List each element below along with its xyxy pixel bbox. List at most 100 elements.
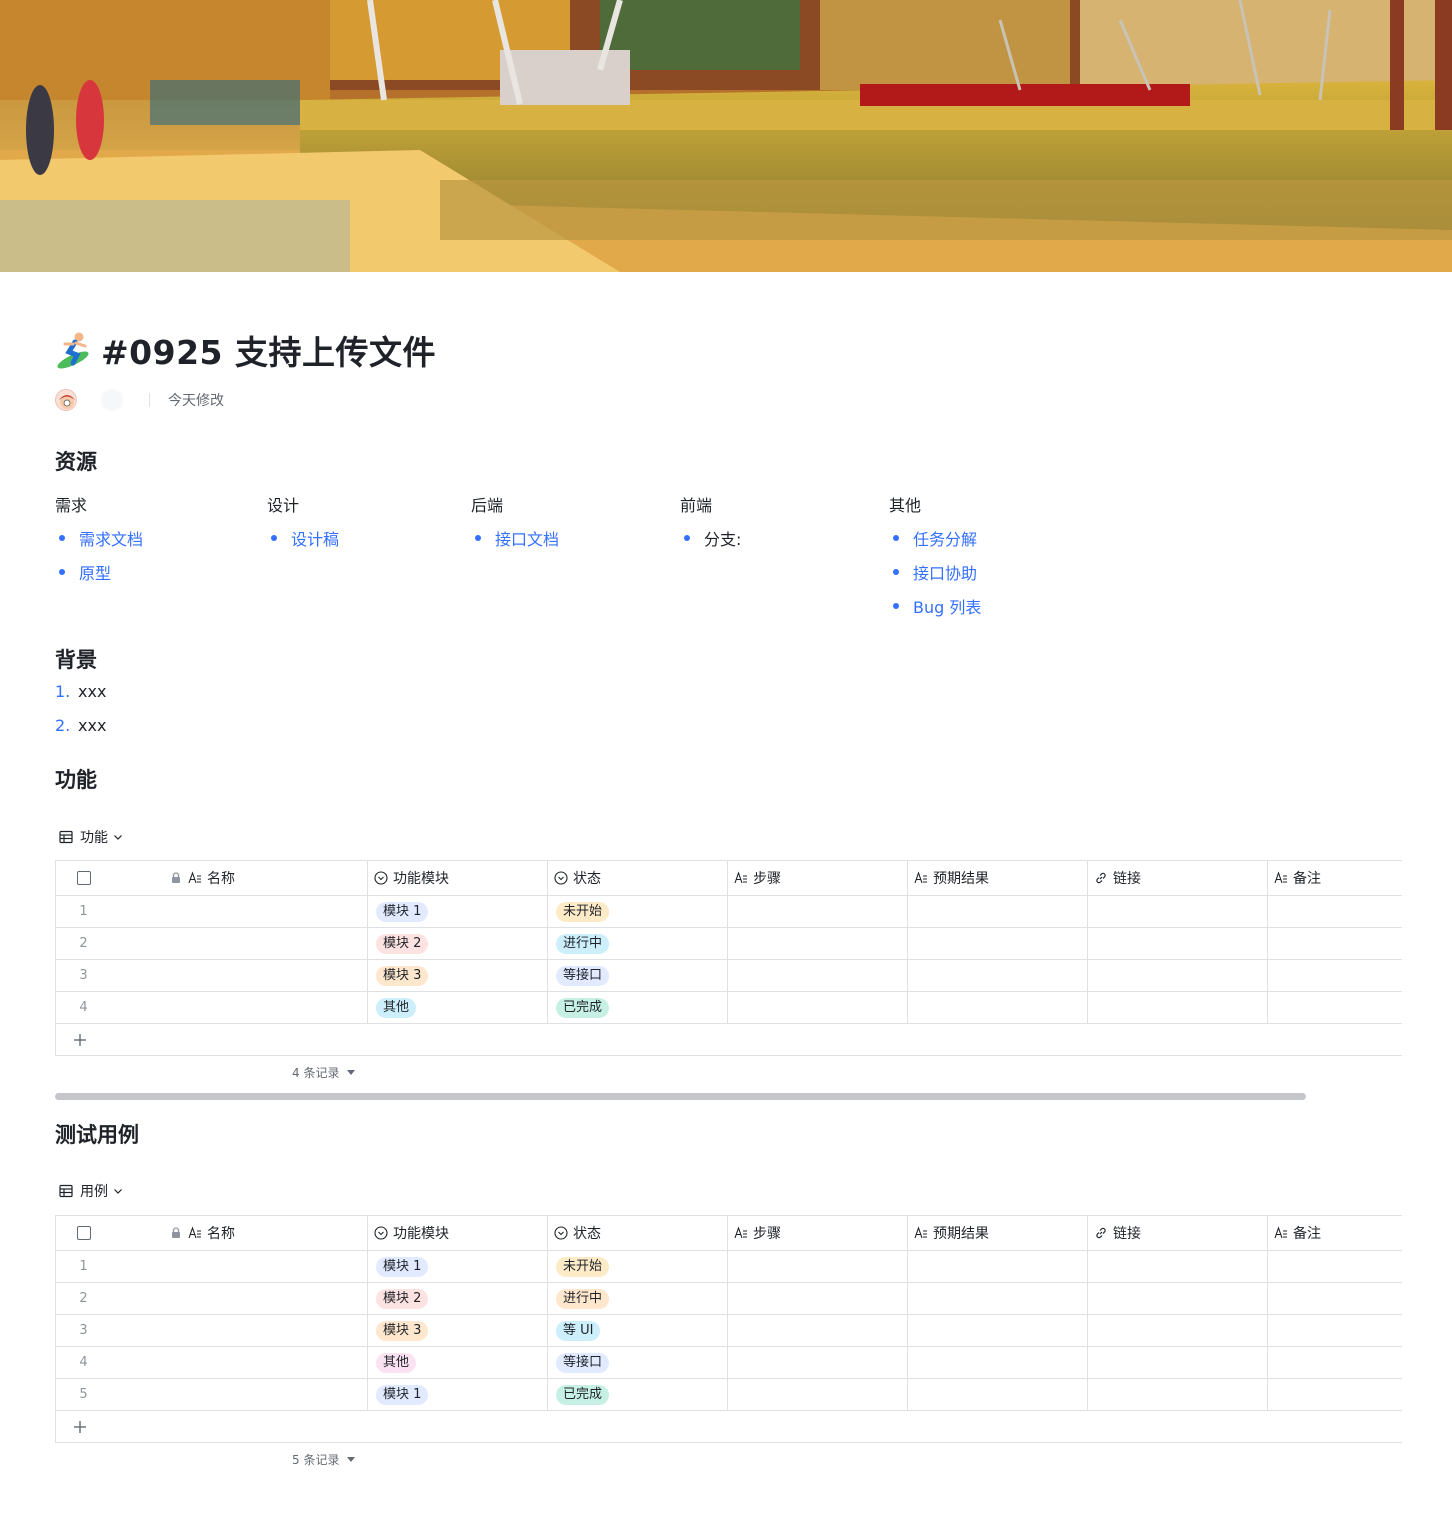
expected-cell[interactable] xyxy=(908,1315,1088,1346)
list-text[interactable]: xxx xyxy=(78,682,106,716)
module-cell[interactable]: 模块 1 xyxy=(368,1379,548,1410)
module-cell[interactable]: 模块 1 xyxy=(368,1251,548,1282)
name-cell[interactable] xyxy=(111,960,368,991)
checkbox[interactable] xyxy=(76,1226,91,1240)
steps-cell[interactable] xyxy=(728,896,908,927)
status-cell[interactable]: 已完成 xyxy=(548,1379,728,1410)
column-header-module[interactable]: 功能模块 xyxy=(368,861,548,895)
column-header-expected[interactable]: 预期结果 xyxy=(908,1216,1088,1250)
steps-cell[interactable] xyxy=(728,1283,908,1314)
module-cell[interactable]: 模块 2 xyxy=(368,1283,548,1314)
name-cell[interactable] xyxy=(111,1283,368,1314)
avatar[interactable] xyxy=(55,389,77,411)
add-record-button[interactable] xyxy=(56,1024,1402,1056)
steps-cell[interactable] xyxy=(728,928,908,959)
note-cell[interactable] xyxy=(1268,992,1403,1023)
features-view-selector[interactable]: 功能 xyxy=(59,827,123,847)
link-cell[interactable] xyxy=(1088,1379,1268,1410)
name-cell[interactable] xyxy=(111,1315,368,1346)
expected-cell[interactable] xyxy=(908,1379,1088,1410)
steps-cell[interactable] xyxy=(728,960,908,991)
resource-link[interactable]: 需求文档 xyxy=(79,526,143,550)
select-all-cell[interactable] xyxy=(56,1216,111,1250)
expected-cell[interactable] xyxy=(908,1283,1088,1314)
column-header-module[interactable]: 功能模块 xyxy=(368,1216,548,1250)
page-title[interactable]: #0925 支持上传文件 xyxy=(101,326,436,374)
link-cell[interactable] xyxy=(1088,1283,1268,1314)
expected-cell[interactable] xyxy=(908,960,1088,991)
table-row[interactable]: 4 其他 等接口 xyxy=(56,1347,1402,1379)
resource-link[interactable]: 任务分解 xyxy=(913,526,977,550)
status-cell[interactable]: 等 UI xyxy=(548,1315,728,1346)
name-cell[interactable] xyxy=(111,1379,368,1410)
expected-cell[interactable] xyxy=(908,992,1088,1023)
list-text[interactable]: xxx xyxy=(78,716,106,750)
expected-cell[interactable] xyxy=(908,896,1088,927)
module-cell[interactable]: 其他 xyxy=(368,992,548,1023)
steps-cell[interactable] xyxy=(728,1315,908,1346)
column-header-steps[interactable]: 步骤 xyxy=(728,861,908,895)
features-record-count[interactable]: 4 条记录 xyxy=(292,1064,356,1081)
expected-cell[interactable] xyxy=(908,1347,1088,1378)
add-record-button[interactable] xyxy=(56,1411,1402,1443)
column-header-status[interactable]: 状态 xyxy=(548,1216,728,1250)
table-row[interactable]: 4 其他 已完成 xyxy=(56,992,1402,1024)
resource-link[interactable]: 原型 xyxy=(79,560,111,584)
name-cell[interactable] xyxy=(111,1251,368,1282)
module-cell[interactable]: 其他 xyxy=(368,1347,548,1378)
table-row[interactable]: 2 模块 2 进行中 xyxy=(56,1283,1402,1315)
column-header-link[interactable]: 链接 xyxy=(1088,861,1268,895)
status-cell[interactable]: 未开始 xyxy=(548,1251,728,1282)
note-cell[interactable] xyxy=(1268,960,1403,991)
column-header-link[interactable]: 链接 xyxy=(1088,1216,1268,1250)
select-all-cell[interactable] xyxy=(56,861,111,895)
resource-link[interactable]: 接口文档 xyxy=(495,526,559,550)
name-cell[interactable] xyxy=(111,928,368,959)
status-cell[interactable]: 进行中 xyxy=(548,1283,728,1314)
resource-link[interactable]: Bug 列表 xyxy=(913,594,981,618)
table-row[interactable]: 3 模块 3 等接口 xyxy=(56,960,1402,992)
note-cell[interactable] xyxy=(1268,928,1403,959)
column-header-note[interactable]: 备注 xyxy=(1268,861,1403,895)
status-cell[interactable]: 等接口 xyxy=(548,960,728,991)
link-cell[interactable] xyxy=(1088,1251,1268,1282)
note-cell[interactable] xyxy=(1268,1379,1403,1410)
resource-link[interactable]: 接口协助 xyxy=(913,560,977,584)
steps-cell[interactable] xyxy=(728,1251,908,1282)
status-cell[interactable]: 等接口 xyxy=(548,1347,728,1378)
module-cell[interactable]: 模块 2 xyxy=(368,928,548,959)
column-header-status[interactable]: 状态 xyxy=(548,861,728,895)
note-cell[interactable] xyxy=(1268,1347,1403,1378)
note-cell[interactable] xyxy=(1268,1251,1403,1282)
name-cell[interactable] xyxy=(111,992,368,1023)
table-row[interactable]: 1 模块 1 未开始 xyxy=(56,1251,1402,1283)
expected-cell[interactable] xyxy=(908,1251,1088,1282)
surfer-emoji-icon[interactable] xyxy=(55,330,93,370)
module-cell[interactable]: 模块 1 xyxy=(368,896,548,927)
name-cell[interactable] xyxy=(111,1347,368,1378)
column-header-expected[interactable]: 预期结果 xyxy=(908,861,1088,895)
link-cell[interactable] xyxy=(1088,1347,1268,1378)
status-cell[interactable]: 进行中 xyxy=(548,928,728,959)
status-cell[interactable]: 已完成 xyxy=(548,992,728,1023)
column-header-steps[interactable]: 步骤 xyxy=(728,1216,908,1250)
column-header-name[interactable]: 名称 xyxy=(111,861,368,895)
horizontal-scrollbar[interactable] xyxy=(55,1093,1306,1100)
note-cell[interactable] xyxy=(1268,1283,1403,1314)
steps-cell[interactable] xyxy=(728,1347,908,1378)
link-cell[interactable] xyxy=(1088,896,1268,927)
link-cell[interactable] xyxy=(1088,928,1268,959)
checkbox[interactable] xyxy=(76,871,91,885)
note-cell[interactable] xyxy=(1268,896,1403,927)
column-header-name[interactable]: 名称 xyxy=(111,1216,368,1250)
table-row[interactable]: 3 模块 3 等 UI xyxy=(56,1315,1402,1347)
link-cell[interactable] xyxy=(1088,960,1268,991)
note-cell[interactable] xyxy=(1268,1315,1403,1346)
table-row[interactable]: 1 模块 1 未开始 xyxy=(56,896,1402,928)
resource-link[interactable]: 设计稿 xyxy=(291,526,339,550)
table-row[interactable]: 2 模块 2 进行中 xyxy=(56,928,1402,960)
collaborator-avatar[interactable] xyxy=(101,389,123,411)
table-row[interactable]: 5 模块 1 已完成 xyxy=(56,1379,1402,1411)
tests-record-count[interactable]: 5 条记录 xyxy=(292,1451,356,1468)
steps-cell[interactable] xyxy=(728,992,908,1023)
